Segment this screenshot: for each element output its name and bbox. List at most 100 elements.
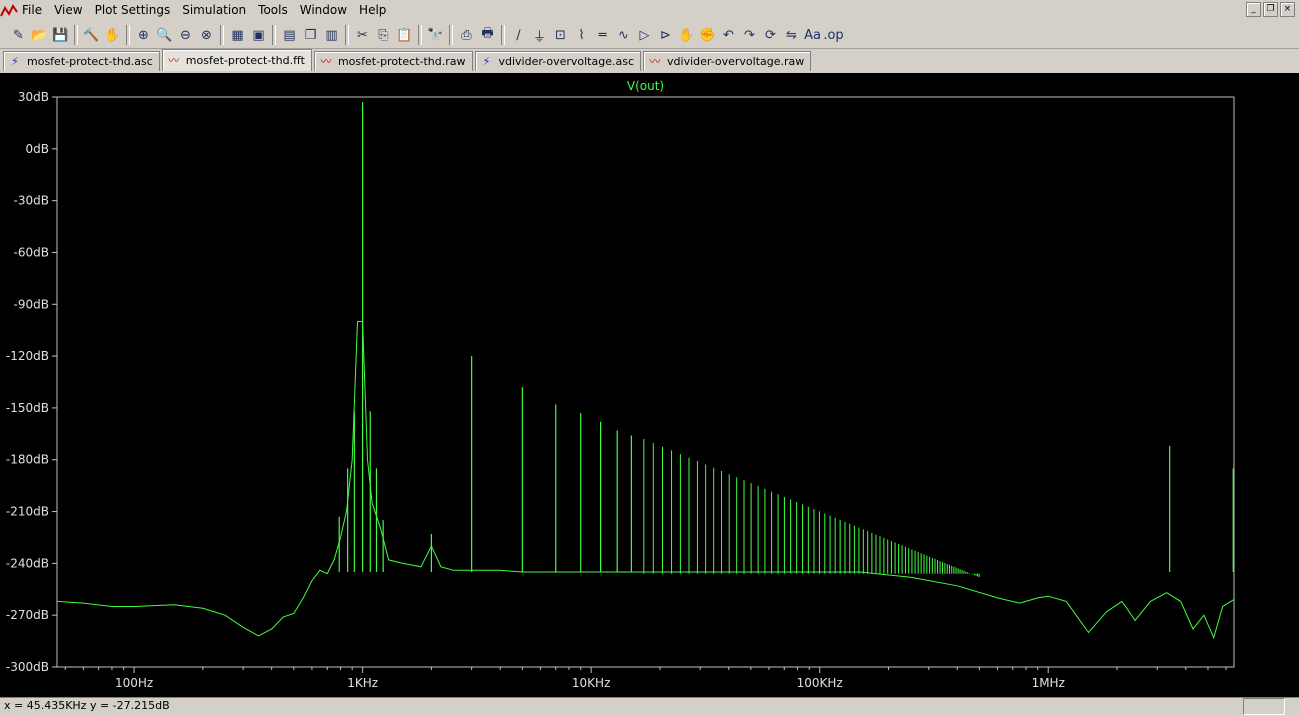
cascade-icon[interactable]: ❐ — [300, 25, 321, 45]
y-tick-label: 0dB — [26, 142, 49, 156]
print-preview-icon[interactable]: ⎙ — [456, 25, 477, 45]
close-button[interactable]: × — [1280, 2, 1295, 17]
zoom-fit-icon[interactable]: ▣ — [248, 25, 269, 45]
menu-view[interactable]: View — [54, 3, 82, 17]
app-icon[interactable] — [0, 2, 18, 20]
minimize-button[interactable]: _ — [1246, 2, 1261, 17]
menu-file[interactable]: File — [22, 3, 42, 17]
open-icon[interactable]: 📂 — [29, 25, 50, 45]
plot-pane[interactable]: V(out) 30dB 0dB -30dB -60dB -90dB -120dB -150dB… — [0, 73, 1299, 697]
tab-mosfet-protect-thd-fft[interactable]: 〰 mosfet-protect-thd.fft — [161, 49, 312, 71]
diode-icon[interactable]: ▷ — [634, 25, 655, 45]
toolbar-separator — [74, 25, 78, 45]
schematic-icon: ⚡ — [482, 54, 491, 68]
resistor-icon[interactable]: ⌇ — [571, 25, 592, 45]
menu-simulation[interactable]: Simulation — [182, 3, 246, 17]
pan-icon[interactable]: ✋ — [102, 25, 123, 45]
y-tick-label: -270dB — [6, 608, 49, 622]
print-icon[interactable]: 🖶 — [477, 25, 498, 45]
y-tick-label: -90dB — [14, 297, 49, 311]
tab-label: mosfet-protect-thd.fft — [185, 54, 305, 67]
tab-label: vdivider-overvoltage.asc — [498, 55, 635, 68]
menu-window[interactable]: Window — [300, 3, 347, 17]
mirror-icon[interactable]: ⇋ — [781, 25, 802, 45]
ground-icon[interactable]: ⏚ — [529, 25, 550, 45]
cut-icon[interactable]: ✂ — [352, 25, 373, 45]
x-tick-label: 100Hz — [115, 676, 153, 690]
schematic-icon: ⚡ — [11, 54, 19, 68]
spice-directive-icon[interactable]: .op — [823, 25, 844, 45]
tab-label: vdivider-overvoltage.raw — [667, 55, 805, 68]
toolbar-separator — [272, 25, 276, 45]
x-tick-label: 1KHz — [347, 676, 378, 690]
redo-icon[interactable]: ↷ — [739, 25, 760, 45]
tab-vdivider-overvoltage-raw[interactable]: 〰 vdivider-overvoltage.raw — [643, 51, 812, 71]
drag-icon[interactable]: ✊ — [697, 25, 718, 45]
status-bar: x = 45.435KHz y = -27.215dB — [0, 697, 1299, 715]
y-tick-label: -240dB — [6, 556, 49, 570]
waveform-icon: 〰 — [320, 54, 332, 68]
menu-tools[interactable]: Tools — [258, 3, 288, 17]
y-tick-label: -120dB — [6, 349, 49, 363]
paste-icon[interactable]: 📋 — [394, 25, 415, 45]
undo-icon[interactable]: ↶ — [718, 25, 739, 45]
inductor-icon[interactable]: ∿ — [613, 25, 634, 45]
new-schematic-icon[interactable]: ✎ — [8, 25, 29, 45]
x-tick-label: 1MHz — [1032, 676, 1065, 690]
toolbar-buttons: ✎ 📂 💾 🔨 ✋ ⊕ 🔍 ⊖ ⊗ ▦ ▣ ▤ ❐ ▥ ✂ ⎘ 📋 🔭 ⎙ 🖶 ∕ ⏚ ⊡ ⌇ ═ ∿ ▷ ⊳ ✋ ✊ ↶ ↷ ⟳ ⇋ Aa .op — [8, 24, 844, 46]
fft-trace — [56, 321, 1235, 640]
capacitor-icon[interactable]: ═ — [592, 25, 613, 45]
toolbar: ✎ 📂 💾 🔨 ✋ ⊕ 🔍 ⊖ ⊗ ▦ ▣ ▤ ❐ ▥ ✂ ⎘ 📋 🔭 ⎙ 🖶 ∕ ⏚ ⊡ ⌇ ═ ∿ ▷ ⊳ ✋ ✊ ↶ ↷ ⟳ ⇋ Aa .op — [0, 22, 1299, 49]
tile-horizontal-icon[interactable]: ▤ — [279, 25, 300, 45]
move-icon[interactable]: ✋ — [676, 25, 697, 45]
tab-label: mosfet-protect-thd.asc — [27, 55, 153, 68]
cursor-readout: x = 45.435KHz y = -27.215dB — [4, 699, 170, 712]
wire-icon[interactable]: ∕ — [508, 25, 529, 45]
save-icon[interactable]: 💾 — [50, 25, 71, 45]
toolbar-separator — [345, 25, 349, 45]
window-controls: _ ❐ × — [1246, 2, 1295, 17]
cancel-zoom-icon[interactable]: ⊗ — [196, 25, 217, 45]
menu-bar: File View Plot Settings Simulation Tools Wind… — [0, 0, 1299, 22]
tab-mosfet-protect-thd-raw[interactable]: 〰 mosfet-protect-thd.raw — [313, 51, 473, 71]
toolbar-separator — [449, 25, 453, 45]
restore-button[interactable]: ❐ — [1263, 2, 1278, 17]
fft-plot[interactable]: V(out) 30dB 0dB -30dB -60dB -90dB -120dB -150dB… — [0, 73, 1299, 697]
control-panel-icon[interactable]: 🔨 — [81, 25, 102, 45]
toolbar-separator — [126, 25, 130, 45]
main-menu: File View Plot Settings Simulation Tools Wind… — [22, 3, 398, 17]
zoom-in-icon[interactable]: ⊕ — [133, 25, 154, 45]
copy-icon[interactable]: ⎘ — [373, 25, 394, 45]
tab-label: mosfet-protect-thd.raw — [337, 55, 466, 68]
text-icon[interactable]: Aa — [802, 25, 823, 45]
waveform-icon: 〰 — [649, 54, 661, 68]
menu-help[interactable]: Help — [359, 3, 386, 17]
document-tabs: ⚡ mosfet-protect-thd.asc 〰 mosfet-protect-t… — [0, 49, 1299, 72]
zoom-area-icon[interactable]: 🔍 — [154, 25, 175, 45]
y-tick-label: -180dB — [6, 453, 49, 467]
menu-plot-settings[interactable]: Plot Settings — [95, 3, 171, 17]
component-icon[interactable]: ⊳ — [655, 25, 676, 45]
rotate-icon[interactable]: ⟳ — [760, 25, 781, 45]
label-icon[interactable]: ⊡ — [550, 25, 571, 45]
toolbar-separator — [220, 25, 224, 45]
y-tick-label: -150dB — [6, 401, 49, 415]
status-panel — [1243, 698, 1285, 715]
trace-label: V(out) — [627, 79, 664, 93]
toolbar-separator — [418, 25, 422, 45]
y-tick-label: -60dB — [14, 245, 49, 259]
toolbar-separator — [501, 25, 505, 45]
y-tick-label: -210dB — [6, 505, 49, 519]
x-tick-label: 100KHz — [797, 676, 843, 690]
y-tick-label: -300dB — [6, 660, 49, 674]
y-tick-label: -30dB — [14, 194, 49, 208]
y-tick-label: 30dB — [18, 90, 49, 104]
plot-frame — [56, 96, 1235, 668]
tile-icon[interactable]: ▥ — [321, 25, 342, 45]
zoom-out-icon[interactable]: ⊖ — [175, 25, 196, 45]
find-icon[interactable]: 🔭 — [425, 25, 446, 45]
autorange-icon[interactable]: ▦ — [227, 25, 248, 45]
tab-vdivider-overvoltage-asc[interactable]: ⚡ vdivider-overvoltage.asc — [474, 51, 642, 71]
tab-mosfet-protect-thd-asc[interactable]: ⚡ mosfet-protect-thd.asc — [3, 51, 160, 71]
x-tick-label: 10KHz — [572, 676, 610, 690]
